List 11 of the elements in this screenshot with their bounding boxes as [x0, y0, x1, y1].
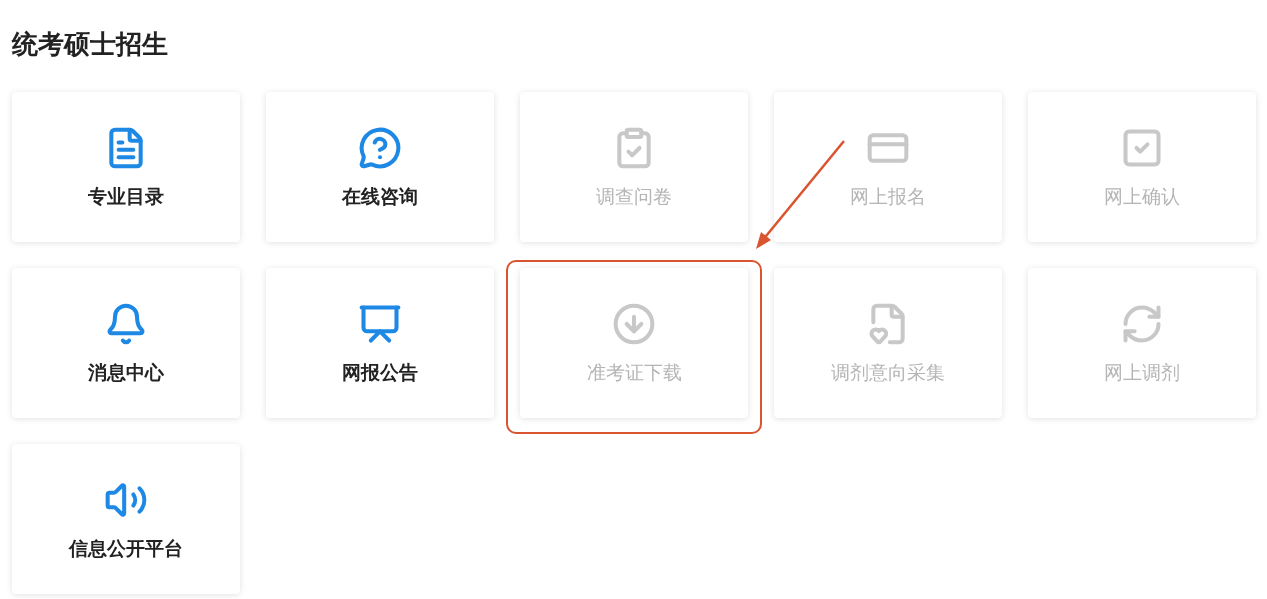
- question-bubble-icon: [358, 126, 402, 170]
- menu-tile[interactable]: 网报公告: [266, 268, 494, 418]
- check-card-icon: [1120, 126, 1164, 170]
- menu-tile[interactable]: 专业目录: [12, 92, 240, 242]
- section-title: 统考硕士招生: [12, 28, 168, 61]
- refresh-icon: [1120, 302, 1164, 346]
- menu-tile[interactable]: 消息中心: [12, 268, 240, 418]
- board-icon: [358, 302, 402, 346]
- menu-tile[interactable]: 在线咨询: [266, 92, 494, 242]
- download-icon: [612, 302, 656, 346]
- menu-tile[interactable]: 信息公开平台: [12, 444, 240, 594]
